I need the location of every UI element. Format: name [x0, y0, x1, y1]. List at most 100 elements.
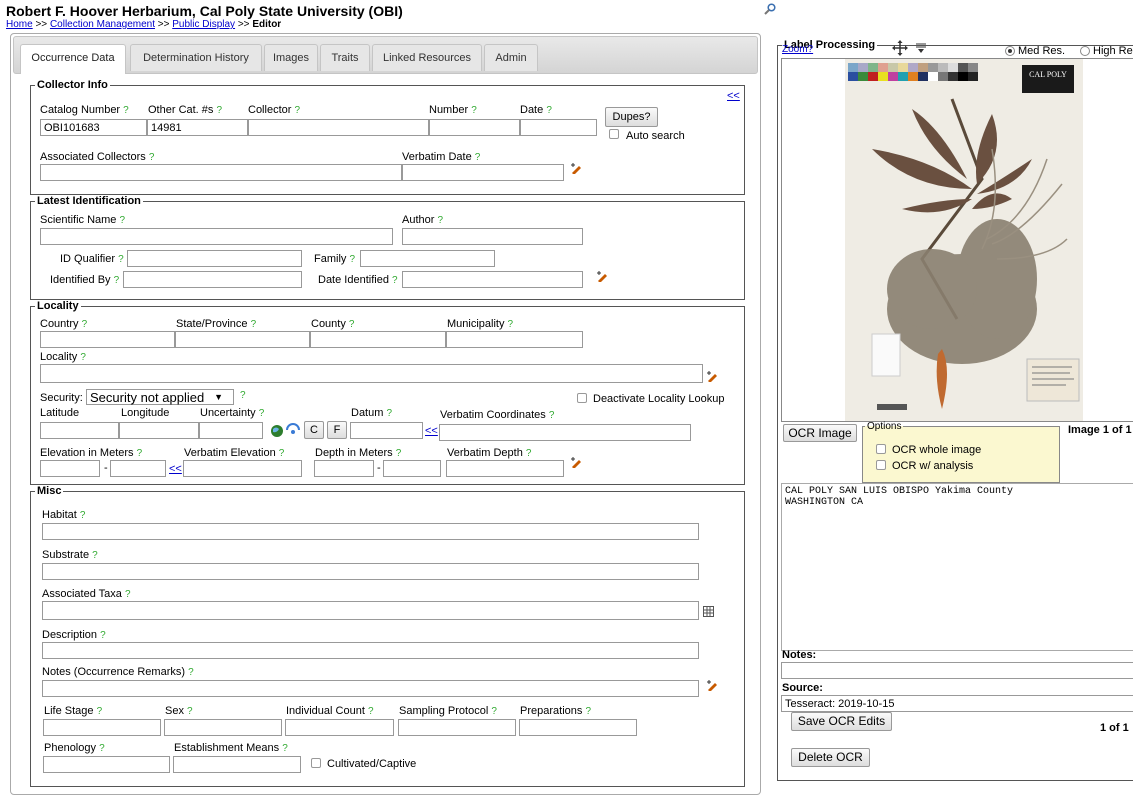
ocr-image-button[interactable]: OCR Image: [783, 424, 857, 442]
latitude-label: Latitude: [40, 407, 80, 419]
phenology-input[interactable]: [43, 756, 170, 773]
verbatim-elevation-input[interactable]: [183, 460, 302, 477]
catalog-number-input[interactable]: [40, 119, 147, 136]
county-input[interactable]: [310, 331, 446, 348]
identified-by-input[interactable]: [123, 271, 302, 288]
collapse-link[interactable]: <<: [727, 90, 740, 102]
date-identified-input[interactable]: [402, 271, 583, 288]
associated-taxa-textarea[interactable]: [42, 601, 699, 620]
move-icon[interactable]: [892, 40, 908, 56]
help-icon[interactable]: ?: [240, 390, 246, 401]
ocr-text-area[interactable]: CAL POLY SAN LUIS OBISPO Yakima County W…: [781, 483, 1133, 651]
breadcrumb-public-link[interactable]: Public Display: [172, 19, 235, 30]
ocr-whole-image-checkbox[interactable]: [876, 444, 886, 454]
breadcrumb-collection-link[interactable]: Collection Management: [50, 19, 155, 30]
other-catalog-input[interactable]: [147, 119, 248, 136]
state-input[interactable]: [175, 331, 310, 348]
elevation-label: Elevation in Meters ?: [40, 447, 143, 459]
cultivated-checkbox[interactable]: [311, 758, 321, 768]
preparations-input[interactable]: [519, 719, 637, 736]
depth-max-input[interactable]: [383, 460, 441, 477]
substrate-input[interactable]: [42, 563, 699, 580]
c-button[interactable]: C: [304, 421, 324, 439]
elevation-max-input[interactable]: [110, 460, 166, 477]
breadcrumb-home-link[interactable]: Home: [6, 19, 33, 30]
tab-determination-history[interactable]: Determination History: [130, 44, 262, 71]
search-icon[interactable]: [764, 3, 776, 15]
latitude-input[interactable]: [40, 422, 119, 439]
description-label: Description ?: [42, 629, 106, 641]
zoom-link[interactable]: Zoom?: [782, 44, 813, 55]
ocr-notes-input[interactable]: [781, 662, 1133, 679]
security-select[interactable]: Security not applied ▼: [86, 389, 234, 405]
tab-traits[interactable]: Traits: [320, 44, 370, 71]
expand-link[interactable]: <<: [169, 463, 182, 475]
country-label: Country ?: [40, 318, 88, 330]
description-input[interactable]: [42, 642, 699, 659]
verbatim-depth-input[interactable]: [446, 460, 564, 477]
establishment-means-input[interactable]: [173, 756, 301, 773]
number-input[interactable]: [429, 119, 520, 136]
edit-pencil-icon[interactable]: [706, 370, 720, 382]
tab-admin[interactable]: Admin: [484, 44, 538, 71]
id-qualifier-label: ID Qualifier ?: [60, 253, 124, 265]
edit-pencil-icon[interactable]: [570, 456, 584, 468]
tab-linked-resources[interactable]: Linked Resources: [372, 44, 482, 71]
country-input[interactable]: [40, 331, 175, 348]
individual-count-label: Individual Count ?: [286, 705, 374, 717]
depth-label: Depth in Meters ?: [315, 447, 402, 459]
locality-textarea[interactable]: [40, 364, 703, 383]
edit-pencil-icon[interactable]: [706, 679, 720, 691]
verbatim-coordinates-input[interactable]: [439, 424, 691, 441]
depth-min-input[interactable]: [314, 460, 374, 477]
image-counter: Image 1 of 1: [1068, 424, 1132, 436]
f-button[interactable]: F: [327, 421, 347, 439]
notes-input[interactable]: [42, 680, 699, 697]
tab-occurrence-data[interactable]: Occurrence Data: [20, 44, 126, 74]
uncertainty-input[interactable]: [199, 422, 263, 439]
municipality-input[interactable]: [446, 331, 583, 348]
longitude-input[interactable]: [119, 422, 199, 439]
id-qualifier-input[interactable]: [127, 250, 302, 267]
datum-input[interactable]: [350, 422, 423, 439]
tab-images[interactable]: Images: [264, 44, 318, 71]
auto-search-checkbox[interactable]: [609, 129, 619, 139]
author-input[interactable]: [402, 228, 583, 245]
specimen-image[interactable]: CAL POLY: [781, 58, 1133, 422]
elevation-min-input[interactable]: [40, 460, 100, 477]
auto-search-label: Auto search: [626, 130, 685, 142]
collector-input[interactable]: [248, 119, 429, 136]
life-stage-label: Life Stage ?: [44, 705, 103, 717]
geolocate-icon[interactable]: [285, 423, 301, 437]
globe-icon[interactable]: [270, 424, 284, 438]
edit-pencil-icon[interactable]: [596, 270, 610, 282]
delete-ocr-button[interactable]: Delete OCR: [791, 748, 870, 767]
expand-link[interactable]: <<: [425, 425, 438, 437]
high-res-radio[interactable]: [1080, 46, 1090, 56]
habitat-input[interactable]: [42, 523, 699, 540]
edit-pencil-icon[interactable]: [570, 162, 584, 174]
date-input[interactable]: [520, 119, 597, 136]
page-title: Robert F. Hoover Herbarium, Cal Poly Sta…: [6, 3, 403, 19]
deactivate-locality-checkbox[interactable]: [577, 393, 587, 403]
verbatim-date-input[interactable]: [402, 164, 564, 181]
range-dash: -: [377, 462, 381, 474]
family-input[interactable]: [360, 250, 495, 267]
date-label: Date ?: [520, 104, 552, 116]
dupes-button[interactable]: Dupes?: [605, 107, 658, 127]
scientific-name-input[interactable]: [40, 228, 393, 245]
life-stage-input[interactable]: [43, 719, 161, 736]
individual-count-input[interactable]: [285, 719, 394, 736]
ocr-notes-label: Notes:: [782, 649, 817, 661]
table-icon[interactable]: [703, 606, 714, 617]
ocr-analysis-checkbox[interactable]: [876, 460, 886, 470]
sex-input[interactable]: [164, 719, 282, 736]
save-ocr-edits-button[interactable]: Save OCR Edits: [791, 712, 892, 731]
specimen-label-text: CAL POLY: [1029, 70, 1067, 79]
county-label: County ?: [311, 318, 355, 330]
ocr-source-input[interactable]: [781, 695, 1133, 712]
associated-collectors-input[interactable]: [40, 164, 402, 181]
med-res-radio[interactable]: [1005, 46, 1015, 56]
sampling-protocol-input[interactable]: [398, 719, 516, 736]
collapse-panel-icon[interactable]: [915, 42, 927, 54]
